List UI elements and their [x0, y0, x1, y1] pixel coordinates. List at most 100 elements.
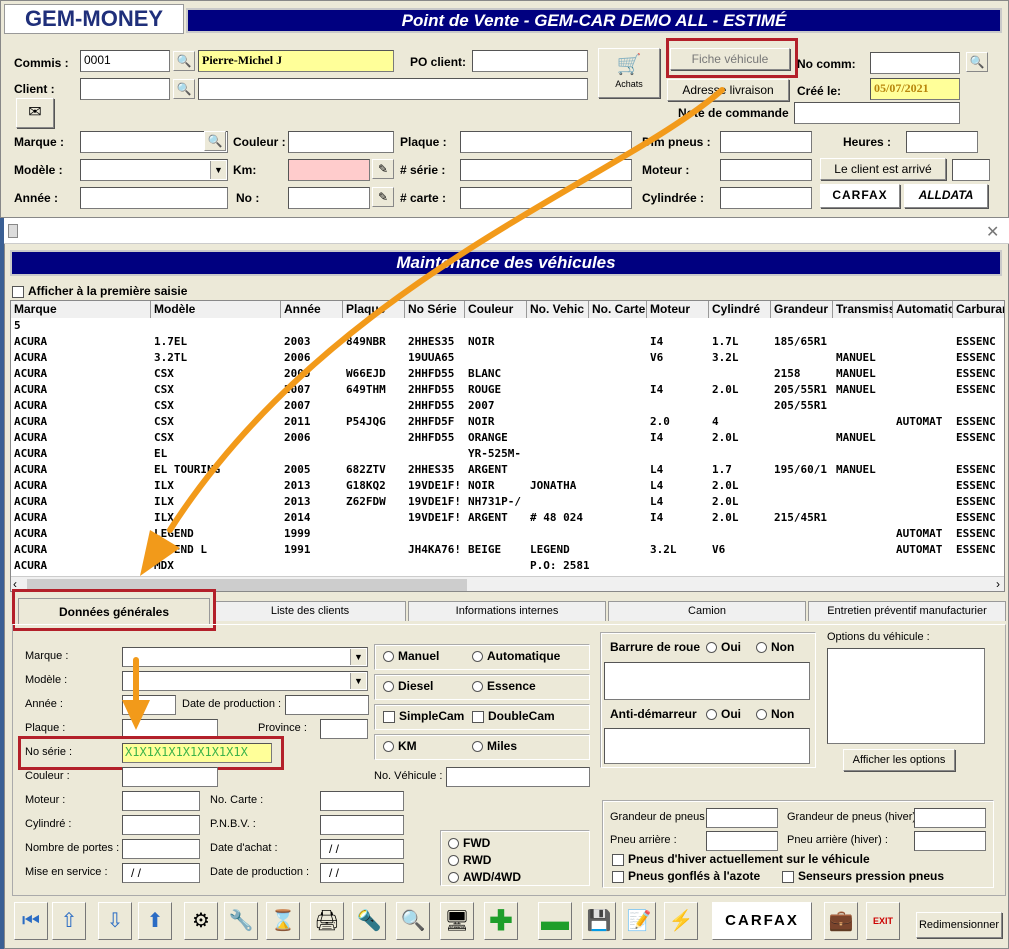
serie-field[interactable] [460, 159, 632, 181]
afficher-premiere-saisie-checkbox[interactable]: Afficher à la première saisie [12, 284, 187, 298]
f-couleur-field[interactable] [122, 767, 218, 787]
column-header[interactable]: Couleur [465, 301, 527, 318]
f-nocarte-field[interactable] [320, 791, 404, 811]
radio-manuel[interactable]: Manuel [383, 649, 439, 663]
afficher-options-button[interactable]: Afficher les options [843, 749, 955, 771]
tab-informations-internes[interactable]: Informations internes [408, 601, 606, 621]
scroll-left-icon[interactable]: ‹ [13, 577, 17, 591]
dim-pneus-field[interactable] [720, 131, 812, 153]
adresse-livraison-button[interactable]: Adresse livraison [667, 79, 789, 101]
f-noserie-field[interactable]: X1X1X1X1X1X1X1X1X [122, 743, 272, 763]
table-row[interactable]: ACURA CSX 2007 2HHFD55 2007 205/55R1 [11, 398, 1004, 414]
f-modele-select[interactable]: ▼ [122, 671, 368, 691]
radio-diesel[interactable]: Diesel [383, 679, 433, 693]
commis-code-field[interactable]: 0001 [80, 50, 170, 72]
modele-select[interactable]: ▼ [80, 159, 228, 181]
table-row[interactable]: ACURA CSX 2006 2HHFD55 ORANGE I4 2.0L MANUEL ESS… [11, 430, 1004, 446]
arrive-time-field[interactable] [952, 159, 990, 181]
column-header[interactable]: Marque [11, 301, 151, 318]
options-list[interactable] [827, 648, 985, 744]
client-code-field[interactable] [80, 78, 170, 100]
table-row[interactable]: ACURA EL TOURING 2005 682ZTV 2HHES35 ARGENT L4… [11, 462, 1004, 478]
plaque-field[interactable] [460, 131, 632, 153]
no-field[interactable] [288, 187, 370, 209]
cylindree-field[interactable] [720, 187, 812, 209]
settings-button[interactable]: ⚙ [184, 902, 218, 940]
po-client-field[interactable] [472, 50, 588, 72]
marque-search-button[interactable]: 🔍 [204, 131, 226, 151]
client-arrive-button[interactable]: Le client est arrivé [820, 158, 946, 180]
carte-field[interactable] [460, 187, 632, 209]
column-header[interactable]: Automatiq [893, 301, 953, 318]
column-header[interactable]: Grandeur [771, 301, 833, 318]
radio-antidem-oui[interactable]: Oui [706, 707, 741, 721]
f-date-prod-field[interactable] [285, 695, 369, 715]
save-button[interactable]: 💾 [582, 902, 616, 940]
f-plaque-field[interactable] [122, 719, 218, 739]
table-row[interactable]: ACURA CSX 2009 W66EJD 2HHFD55 BLANC 2158 MANUEL… [11, 366, 1004, 382]
client-name-field[interactable] [198, 78, 588, 100]
no-edit-button[interactable]: ✎ [372, 187, 394, 207]
radio-fwd[interactable]: FWD [448, 836, 490, 850]
fiche-vehicule-button[interactable]: Fiche véhicule [670, 48, 790, 70]
f-marque-select[interactable]: ▼ [122, 647, 368, 667]
add-button[interactable]: ✚ [484, 902, 518, 940]
f-portes-field[interactable] [122, 839, 200, 859]
km-field[interactable] [288, 159, 370, 181]
checkbox-doublecam[interactable]: DoubleCam [472, 709, 555, 723]
f-date-prod2-field[interactable]: / / [320, 863, 404, 883]
tools-button[interactable]: 🔧 [224, 902, 258, 940]
up-button[interactable]: ⬆ [138, 902, 172, 940]
table-row[interactable]: ACURA ILX 2014 19VDE1F! ARGENT # 48 024 I4 2.0L… [11, 510, 1004, 526]
pa-field[interactable] [706, 831, 778, 851]
tab-liste-clients[interactable]: Liste des clients [214, 601, 406, 621]
table-row[interactable]: ACURA CSX 2007 649THM 2HHFD55 ROUGE I4 2.0L 205/… [11, 382, 1004, 398]
antidem-notes[interactable] [604, 728, 810, 764]
briefcase-button[interactable]: 💼 [824, 902, 858, 940]
f-cylindre-field[interactable] [122, 815, 200, 835]
print-button[interactable]: 🖨 [310, 902, 344, 940]
column-header[interactable]: Cylindré [709, 301, 771, 318]
radio-awd[interactable]: AWD/4WD [448, 870, 521, 884]
table-row[interactable]: ACURA ILX 2013 Z62FDW 19VDE1F! NH731P-/ L4 2.0L… [11, 494, 1004, 510]
heures-field[interactable] [906, 131, 978, 153]
scroll-right-icon[interactable]: › [996, 577, 1000, 591]
search-button[interactable]: 🔦 [352, 902, 386, 940]
sms-button[interactable]: ✉ [16, 98, 54, 128]
table-row[interactable]: ACURA 1.7EL 2003 849NBR 2HHES35 NOIR I4 1.7L 185… [11, 334, 1004, 350]
gp-field[interactable] [706, 808, 778, 828]
couleur-field[interactable] [288, 131, 394, 153]
barrure-notes[interactable] [604, 662, 810, 700]
column-header[interactable]: No Série [405, 301, 465, 318]
exit-button[interactable]: EXIT [866, 902, 900, 940]
no-comm-search-button[interactable]: 🔍 [966, 52, 988, 72]
pa-hiver-field[interactable] [914, 831, 986, 851]
f-date-achat-field[interactable]: / / [320, 839, 404, 859]
radio-essence[interactable]: Essence [472, 679, 536, 693]
table-row[interactable]: ACURA ILX 2013 G18KQ2 19VDE1F! NOIR JONATHA L4 2… [11, 478, 1004, 494]
table-row[interactable]: ACURA LEGEND L 1991 JH4KA76! BEIGE LEGEND 3.2L… [11, 542, 1004, 558]
tab-camion[interactable]: Camion [608, 601, 806, 621]
monitor-button[interactable]: 🖥 [440, 902, 474, 940]
radio-barrure-oui[interactable]: Oui [706, 640, 741, 654]
f-novehicule-field[interactable] [446, 767, 590, 787]
redimensionner-button[interactable]: Redimensionner [916, 912, 1002, 938]
commis-search-button[interactable]: 🔍 [173, 51, 195, 71]
radio-antidem-non[interactable]: Non [756, 707, 794, 721]
radio-barrure-non[interactable]: Non [756, 640, 794, 654]
column-header[interactable]: Année [281, 301, 343, 318]
column-header[interactable]: Carburan [953, 301, 1004, 318]
column-header[interactable]: Plaque [343, 301, 405, 318]
radio-km[interactable]: KM [383, 739, 417, 753]
checkbox-senseurs[interactable]: Senseurs pression pneus [782, 869, 944, 883]
table-row[interactable]: ACURA MDX P.O: 2581 [11, 558, 1004, 574]
column-header[interactable]: Moteur [647, 301, 709, 318]
f-province-field[interactable] [320, 719, 368, 739]
column-header[interactable]: No. Carte [589, 301, 647, 318]
tab-entretien-preventif[interactable]: Entretien préventif manufacturier [808, 601, 1006, 621]
toolbar-carfax-button[interactable]: CARFAX [712, 902, 812, 940]
km-edit-button[interactable]: ✎ [372, 159, 394, 179]
f-annee-field[interactable] [122, 695, 176, 715]
table-row[interactable]: ACURA LEGEND 1999 AUTOMAT ESSENC [11, 526, 1004, 542]
table-row[interactable]: 5 [11, 318, 1004, 334]
